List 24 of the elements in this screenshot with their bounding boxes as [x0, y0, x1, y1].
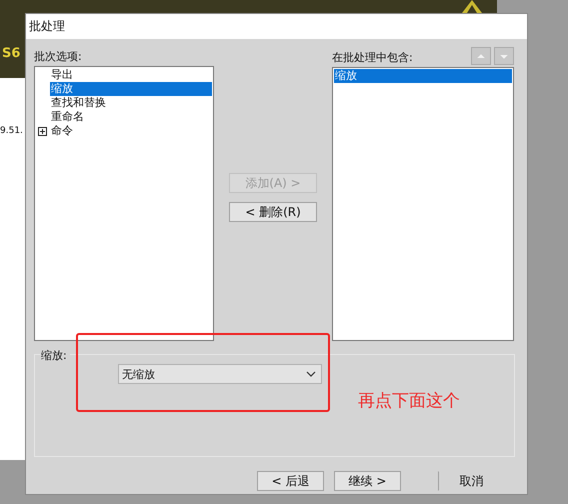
list-item[interactable]: 查找和替换 [50, 96, 212, 110]
remove-button[interactable]: < 删除(R) [229, 202, 317, 222]
continue-button[interactable]: 继续 > [334, 471, 401, 491]
app-logo-text: S6 [2, 46, 20, 61]
list-item[interactable]: 缩放 [334, 69, 512, 83]
window-title: 批处理 [26, 14, 527, 39]
app-text: 9.51. [0, 126, 24, 136]
caret-icon [306, 371, 316, 377]
list-item[interactable]: 命令 [50, 124, 212, 138]
list-item[interactable]: 导出 [50, 68, 212, 82]
list-item[interactable]: 缩放 [50, 82, 212, 96]
group-label: 缩放: [41, 348, 70, 363]
list-label: 在批处理中包含: [332, 50, 413, 66]
expand-icon[interactable] [38, 126, 47, 136]
annotation-text: 再点下面这个 [358, 390, 460, 412]
up-arrow-icon [475, 52, 487, 60]
list-label: 批次选项: [34, 49, 83, 65]
dropdown-value: 无缩放 [122, 366, 155, 382]
triangle-icon [462, 0, 482, 13]
dropdown[interactable]: 无缩放 [118, 364, 322, 384]
move-down-button[interactable] [494, 47, 514, 65]
list-item[interactable]: 重命名 [50, 110, 212, 124]
back-button[interactable]: < 后退 [257, 471, 324, 491]
move-up-button[interactable] [471, 47, 491, 65]
